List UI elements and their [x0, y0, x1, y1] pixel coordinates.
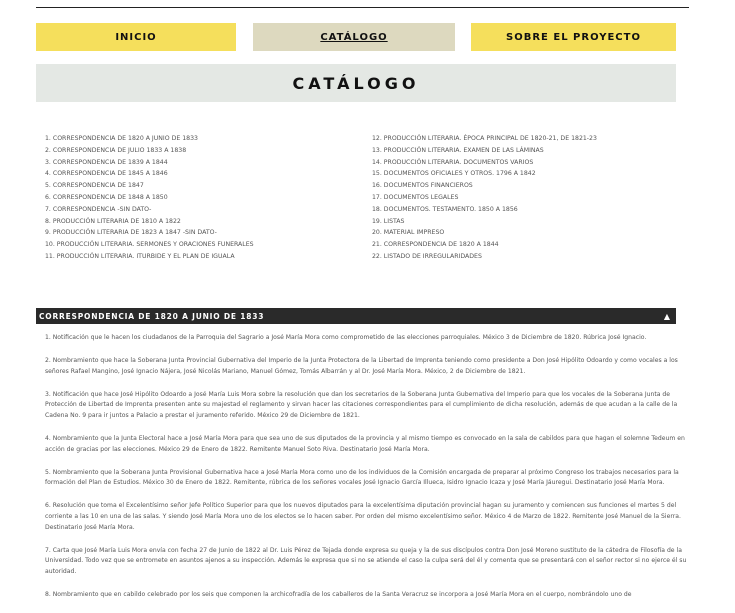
list-item: 7. Carta que José María Luis Mora envía … [45, 546, 687, 575]
toc-link[interactable]: 3. CORRESPONDENCIA DE 1839 A 1844 [45, 157, 345, 169]
toc-link[interactable]: 20. MATERIAL IMPRESO [372, 227, 702, 239]
toc-link[interactable]: 5. CORRESPONDENCIA DE 1847 [45, 180, 345, 192]
list-item: 6. Resolución que toma el Excelentísimo … [45, 502, 681, 531]
toc-link[interactable]: 10. PRODUCCIÓN LITERARIA. SERMONES Y ORA… [45, 239, 345, 251]
toc-link[interactable]: 19. LISTAS [372, 216, 702, 228]
list-item: 8. Nombramiento que en cabildo celebrado… [45, 591, 632, 598]
toc-link[interactable]: 4. CORRESPONDENCIA DE 1845 A 1846 [45, 168, 345, 180]
list-item: 4. Nombramiento que la Junta Electoral h… [45, 435, 685, 453]
toc-link[interactable]: 22. LISTADO DE IRREGULARIDADES [372, 251, 702, 263]
toc-link[interactable]: 21. CORRESPONDENCIA DE 1820 A 1844 [372, 239, 702, 251]
list-item: 1. Notificación que le hacen los ciudada… [45, 334, 647, 341]
nav-home-button[interactable]: INICIO [36, 23, 236, 51]
toc-link[interactable]: 13. PRODUCCIÓN LITERARIA. EXAMEN DE LAS … [372, 145, 702, 157]
page-title: CATÁLOGO [36, 64, 676, 102]
toc-link[interactable]: 9. PRODUCCIÓN LITERARIA DE 1823 A 1847 -… [45, 227, 345, 239]
toc-link[interactable]: 11. PRODUCCIÓN LITERARIA. ITURBIDE Y EL … [45, 251, 345, 263]
toc-link[interactable]: 6. CORRESPONDENCIA DE 1848 A 1850 [45, 192, 345, 204]
toc-link[interactable]: 7. CORRESPONDENCIA -SIN DATO- [45, 204, 345, 216]
toc-link[interactable]: 14. PRODUCCIÓN LITERARIA. DOCUMENTOS VAR… [372, 157, 702, 169]
section-title: CORRESPONDENCIA DE 1820 A JUNIO DE 1833 [39, 311, 265, 321]
toc-left-column: 1. CORRESPONDENCIA DE 1820 A JUNIO DE 18… [45, 133, 345, 263]
toc-link[interactable]: 17. DOCUMENTOS LEGALES [372, 192, 702, 204]
list-item: 3. Notificación que hace José Hipólito O… [45, 390, 678, 419]
chevron-up-icon[interactable]: ▲ [664, 312, 670, 321]
main-nav: INICIO CATÁLOGO SOBRE EL PROYECTO [36, 23, 676, 51]
toc-link[interactable]: 8. PRODUCCIÓN LITERARIA DE 1810 A 1822 [45, 216, 345, 228]
nav-catalog-button[interactable]: CATÁLOGO [253, 23, 455, 51]
section-header-accordion[interactable]: CORRESPONDENCIA DE 1820 A JUNIO DE 1833 … [36, 308, 676, 324]
top-divider [36, 7, 689, 8]
toc-right-column: 12. PRODUCCIÓN LITERARIA. ÉPOCA PRINCIPA… [372, 133, 702, 263]
toc-link[interactable]: 1. CORRESPONDENCIA DE 1820 A JUNIO DE 18… [45, 133, 345, 145]
toc-link[interactable]: 16. DOCUMENTOS FINANCIEROS [372, 180, 702, 192]
toc-link[interactable]: 15. DOCUMENTOS OFICIALES Y OTROS. 1796 A… [372, 168, 702, 180]
nav-about-button[interactable]: SOBRE EL PROYECTO [471, 23, 676, 51]
toc-link[interactable]: 12. PRODUCCIÓN LITERARIA. ÉPOCA PRINCIPA… [372, 133, 702, 145]
list-item: 5. Nombramiento que la Soberana Junta Pr… [45, 468, 679, 487]
toc-link[interactable]: 18. DOCUMENTOS. TESTAMENTO. 1850 A 1856 [372, 204, 702, 216]
list-item: 2. Nombramiento que hace la Soberana Jun… [45, 357, 678, 375]
toc-link[interactable]: 2. CORRESPONDENCIA DE JULIO 1833 A 1838 [45, 145, 345, 157]
entry-list: 1. Notificación que le hacen los ciudada… [45, 333, 692, 613]
